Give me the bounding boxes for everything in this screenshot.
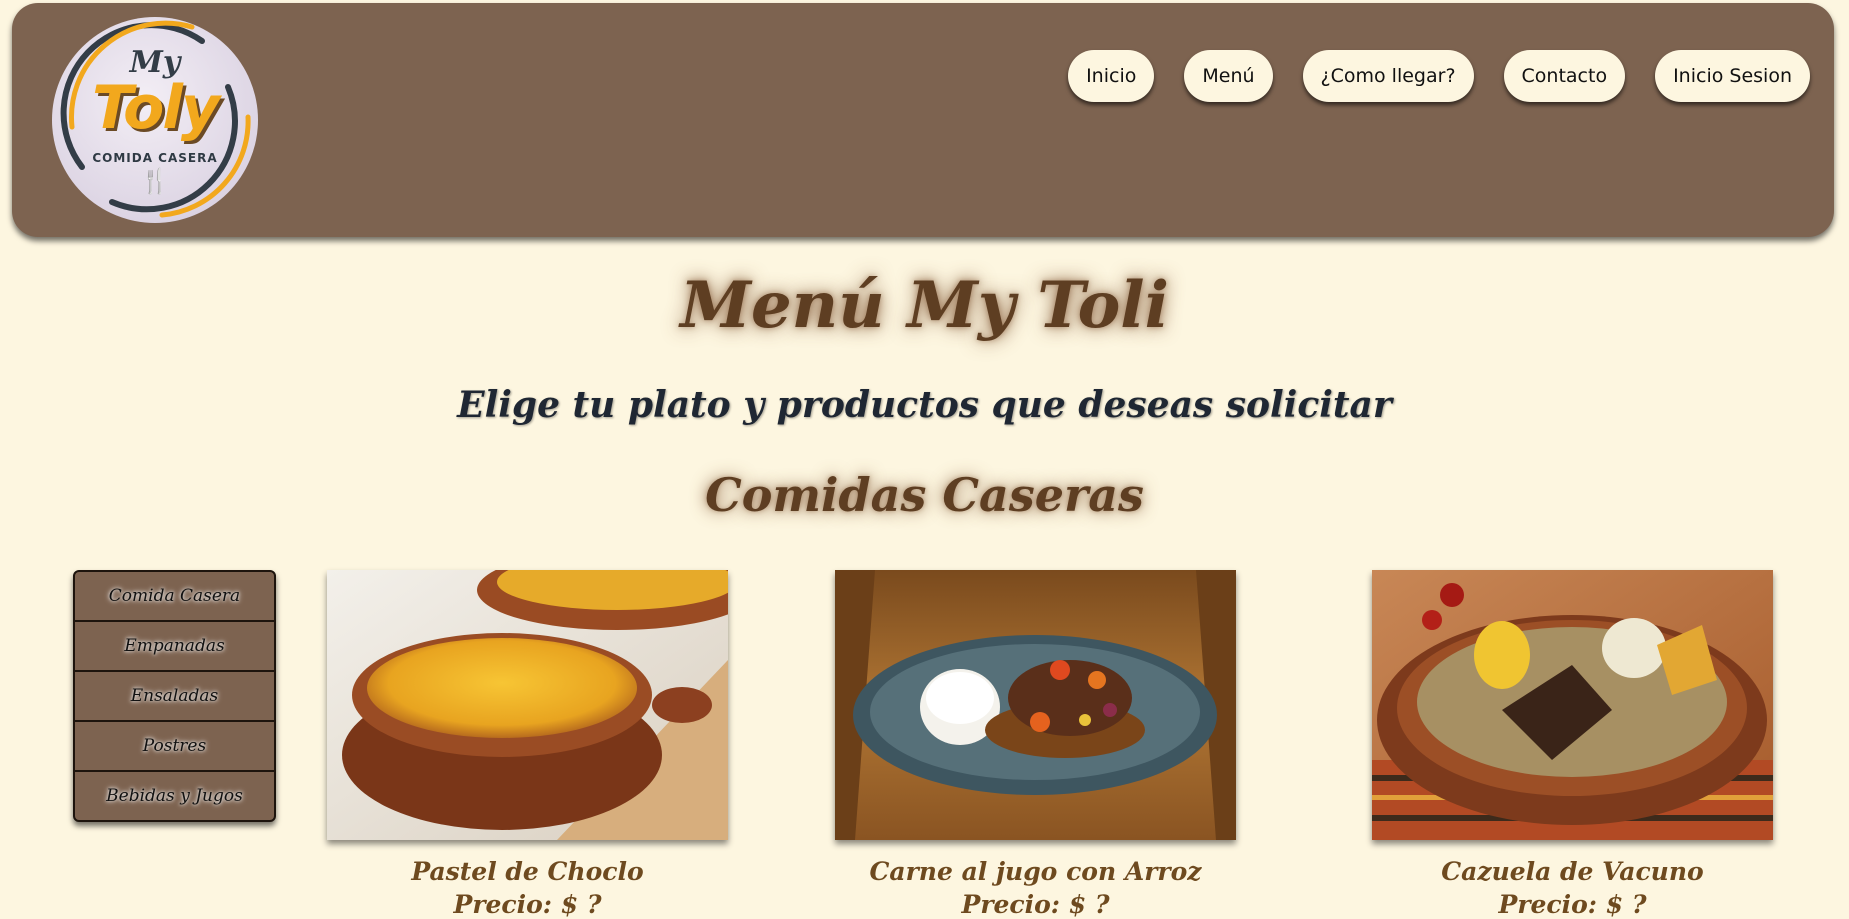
sidebar-item-bebidas-jugos[interactable]: Bebidas y Jugos [75,772,274,820]
page-subtitle: Elige tu plato y productos que deseas so… [457,384,1392,426]
nav-como-llegar[interactable]: ¿Como llegar? [1302,50,1474,102]
dish-name: Cazuela de Vacuno [1441,857,1704,886]
sidebar-item-ensaladas[interactable]: Ensaladas [75,672,274,722]
dish-card[interactable]: Cazuela de Vacuno Precio: $ ? [1372,570,1773,919]
dish-price: Precio: $ ? [961,890,1110,919]
sidebar-item-comida-casera[interactable]: Comida Casera [75,572,274,622]
category-sidebar: Comida Casera Empanadas Ensaladas Postre… [73,570,276,822]
logo-text-toly: Toly [91,73,220,143]
dish-photo-pastel-de-choclo[interactable] [327,570,728,840]
fork-spoon-icon: 🍴 [140,167,170,195]
dish-price: Precio: $ ? [453,890,602,919]
sidebar-item-postres[interactable]: Postres [75,722,274,772]
logo[interactable]: My Toly COMIDA CASERA 🍴 [52,17,258,223]
nav-contacto[interactable]: Contacto [1503,50,1626,102]
dish-name: Carne al jugo con Arroz [869,857,1202,886]
sidebar-item-empanadas[interactable]: Empanadas [75,622,274,672]
dish-card[interactable]: Carne al jugo con Arroz Precio: $ ? [835,570,1236,919]
dish-photo-carne-al-jugo[interactable] [835,570,1236,840]
main-nav: Inicio Menú ¿Como llegar? Contacto Inici… [1068,50,1810,102]
section-title: Comidas Caseras [705,468,1144,522]
site-header: My Toly COMIDA CASERA 🍴 Inicio Menú ¿Com… [12,3,1834,237]
page-title: Menú My Toli [680,268,1169,343]
logo-text-subtitle: COMIDA CASERA [92,151,218,165]
dish-photo-cazuela-de-vacuno[interactable] [1372,570,1773,840]
nav-inicio[interactable]: Inicio [1068,50,1155,102]
nav-inicio-sesion[interactable]: Inicio Sesion [1655,50,1810,102]
nav-menu[interactable]: Menú [1184,50,1273,102]
dish-card[interactable]: Pastel de Choclo Precio: $ ? [327,570,728,919]
dish-name: Pastel de Choclo [411,857,644,886]
dish-price: Precio: $ ? [1498,890,1647,919]
